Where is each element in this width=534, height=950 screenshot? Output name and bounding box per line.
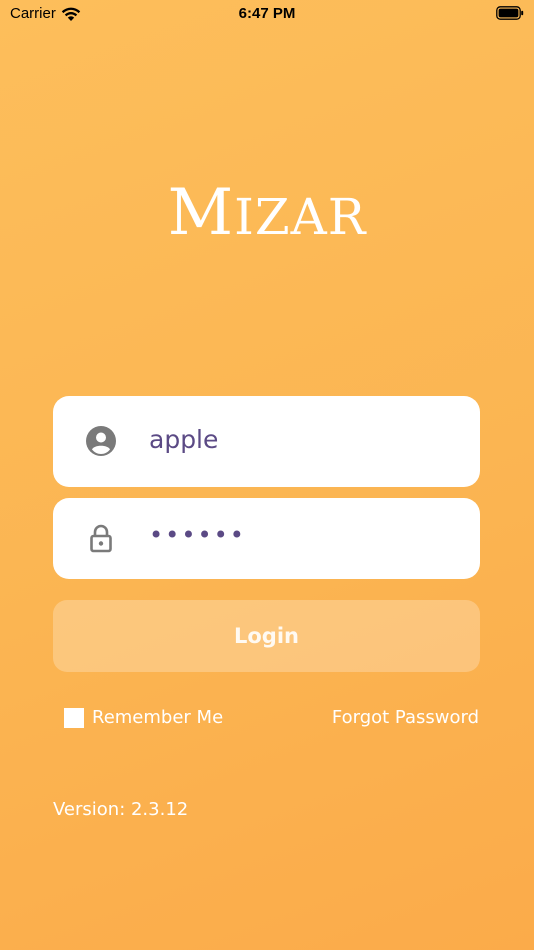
login-button[interactable]: Login <box>53 600 480 672</box>
app-logo: MIZAR <box>0 176 534 254</box>
battery-icon <box>496 6 524 20</box>
status-bar: Carrier 6:47 PM <box>0 0 534 30</box>
forgot-password-link[interactable]: Forgot Password <box>332 707 479 728</box>
username-value[interactable]: apple <box>149 425 218 454</box>
version-label: Version: 2.3.12 <box>53 799 189 820</box>
remember-me-toggle[interactable]: Remember Me <box>64 707 223 728</box>
status-time: 6:47 PM <box>238 5 296 22</box>
person-icon <box>85 425 117 457</box>
lock-icon <box>85 522 117 554</box>
remember-me-label[interactable]: Remember Me <box>92 707 223 728</box>
logo-rest: IZAR <box>234 188 367 246</box>
password-field[interactable]: •••••• <box>53 498 480 579</box>
remember-me-checkbox[interactable] <box>64 707 84 728</box>
username-field[interactable]: apple <box>53 396 480 487</box>
logo-first-letter: M <box>167 176 235 250</box>
password-value[interactable]: •••••• <box>149 521 246 549</box>
